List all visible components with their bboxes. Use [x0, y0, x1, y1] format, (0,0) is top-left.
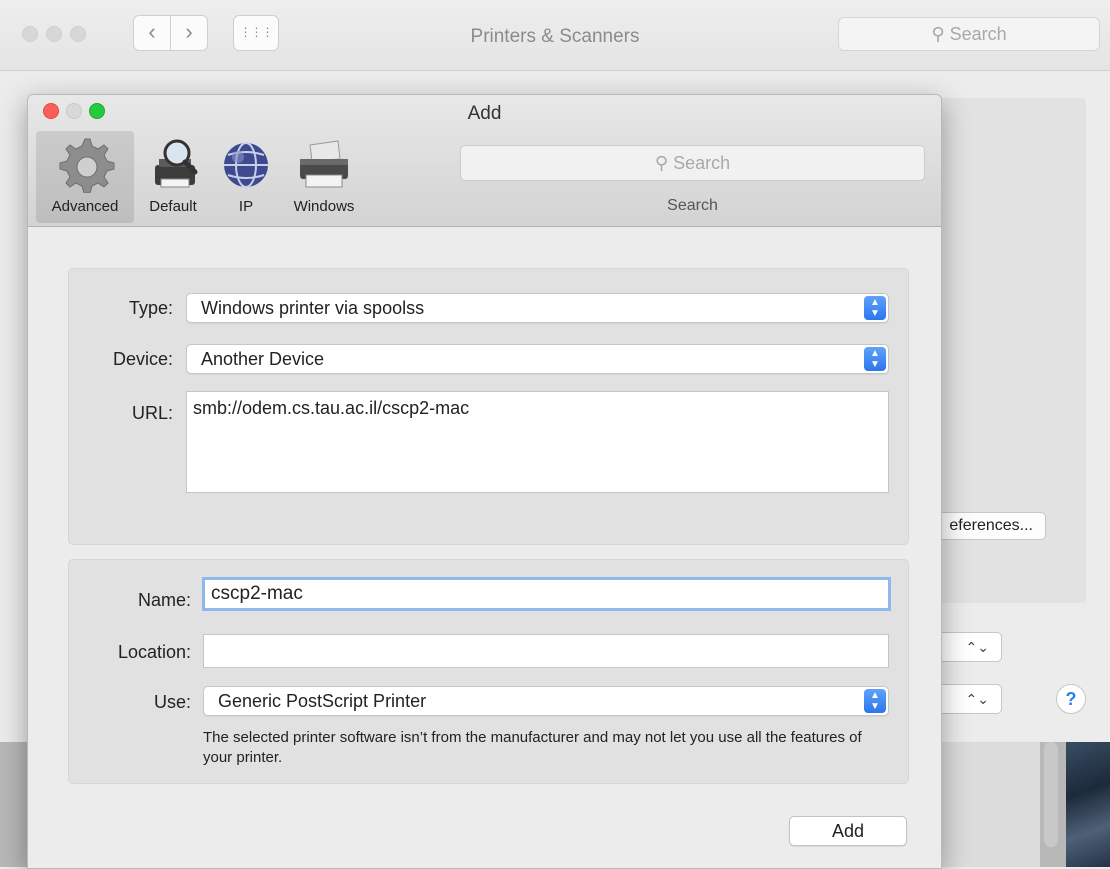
- chevron-updown-icon: ▲ ▼: [864, 689, 886, 713]
- chevron-updown-icon: ▲ ▼: [864, 296, 886, 320]
- gear-icon: [59, 138, 115, 193]
- background-titlebar: ‹ › ⋮⋮⋮ Printers & Scanners ⚲ Search: [0, 0, 1110, 71]
- help-button[interactable]: ?: [1056, 684, 1086, 714]
- name-field[interactable]: cscp2-mac: [202, 577, 891, 611]
- device-value: Another Device: [201, 349, 325, 369]
- globe-icon: [224, 142, 268, 188]
- sheet-title: Add: [467, 103, 502, 124]
- device-popup[interactable]: Another Device ▲ ▼: [186, 344, 889, 374]
- toolbar-search-label: Search: [667, 197, 718, 214]
- driver-warning-text: The selected printer software isn’t from…: [203, 729, 862, 766]
- search-icon: ⚲: [931, 24, 945, 44]
- desktop-wallpaper: [1066, 742, 1110, 867]
- tab-ip-label: IP: [238, 198, 254, 215]
- bg-search-field[interactable]: ⚲ Search: [838, 17, 1100, 51]
- type-label: Type:: [128, 298, 173, 318]
- bg-search-placeholder: Search: [949, 24, 1007, 44]
- question-icon: ?: [1065, 689, 1077, 709]
- use-popup[interactable]: Generic PostScript Printer ▲ ▼: [203, 686, 889, 716]
- url-value: smb://odem.cs.tau.ac.il/cscp2-mac: [193, 398, 470, 418]
- type-popup[interactable]: Windows printer via spoolss ▲ ▼: [186, 293, 889, 323]
- connection-group: Type: Windows printer via spoolss ▲ ▼ Dev…: [68, 268, 909, 545]
- toolbar-search-field[interactable]: ⚲ Search: [460, 145, 925, 181]
- name-label: Name:: [137, 590, 191, 610]
- toolbar-search-placeholder: Search: [673, 153, 731, 173]
- add-button[interactable]: Add: [789, 816, 907, 846]
- location-label: Location:: [117, 642, 191, 662]
- stepper-icon: ⌃⌄: [965, 691, 989, 707]
- name-value: cscp2-mac: [211, 583, 303, 604]
- url-label: URL:: [131, 403, 173, 423]
- sheet-toolbar: Add Advanced Default IP Windows ⚲ Search…: [28, 95, 941, 227]
- location-field[interactable]: [203, 634, 889, 668]
- tab-advanced-label: Advanced: [51, 198, 119, 215]
- search-icon: ⚲: [654, 153, 669, 173]
- tab-default[interactable]: Default: [134, 131, 212, 223]
- use-value: Generic PostScript Printer: [218, 691, 427, 711]
- tab-ip[interactable]: IP: [212, 131, 280, 223]
- tab-windows[interactable]: Windows: [280, 131, 368, 223]
- desktop-window-edge: [940, 742, 1040, 867]
- printer-icon: [300, 140, 348, 188]
- details-group: Name: cscp2-mac Location: Use: Generic P…: [68, 559, 909, 784]
- url-field[interactable]: smb://odem.cs.tau.ac.il/cscp2-mac: [186, 391, 889, 493]
- type-value: Windows printer via spoolss: [201, 298, 425, 318]
- tab-advanced[interactable]: Advanced: [36, 131, 134, 223]
- add-printer-sheet: Add Advanced Default IP Windows ⚲ Search…: [27, 94, 942, 869]
- stepper-icon: ⌃⌄: [965, 639, 989, 655]
- use-label: Use:: [153, 692, 191, 712]
- printer-search-icon: [155, 139, 198, 188]
- device-label: Device:: [112, 349, 173, 369]
- tab-windows-label: Windows: [293, 198, 355, 215]
- tab-default-label: Default: [149, 198, 197, 215]
- scrollbar[interactable]: [1044, 742, 1058, 847]
- chevron-updown-icon: ▲ ▼: [864, 347, 886, 371]
